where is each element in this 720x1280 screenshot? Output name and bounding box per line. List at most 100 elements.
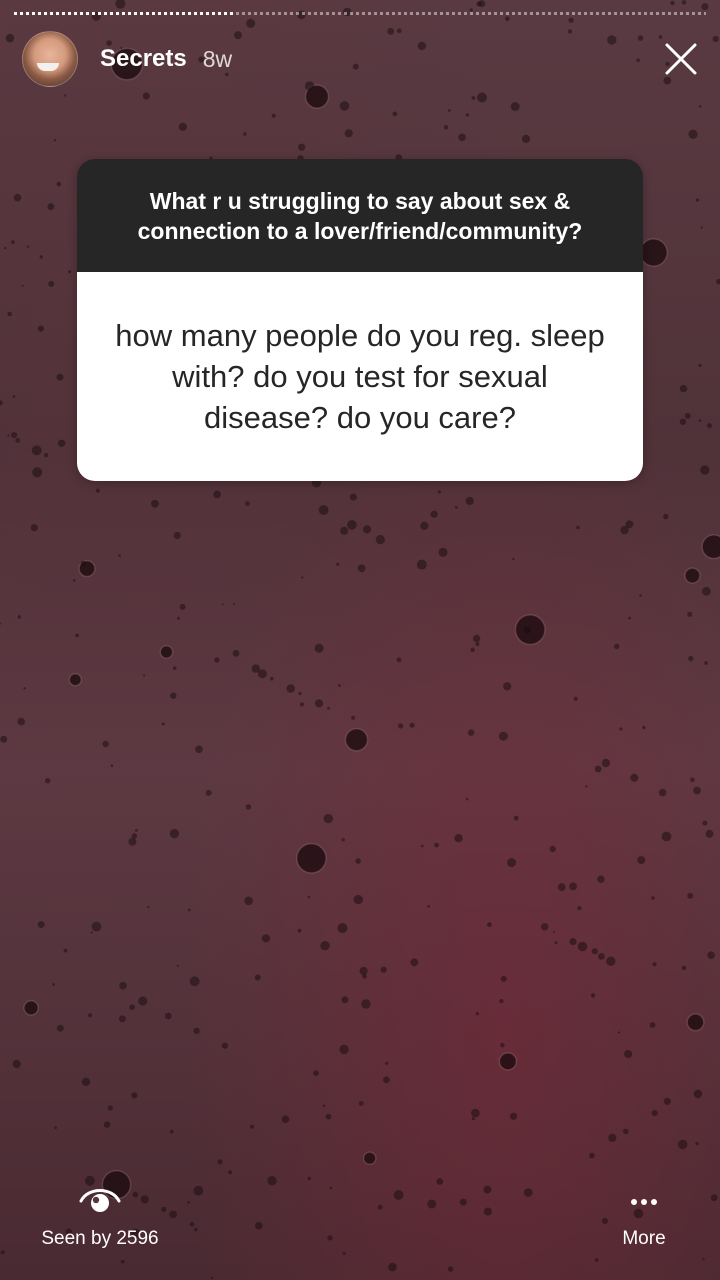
bubble-texture [687,892,694,899]
bubble-texture [338,684,341,687]
seen-by-label: Seen by 2596 [41,1228,159,1249]
bubble-texture [594,765,602,773]
bubble-texture [270,676,274,681]
bubble-texture [619,727,623,731]
bubble-texture [420,844,424,848]
bubble-texture [507,858,517,868]
bubble-texture [107,1105,113,1111]
more-button[interactable]: More [614,1198,674,1250]
bubble-texture [213,490,221,499]
bubble-texture [323,813,333,824]
bubble-texture [409,722,415,728]
bubble-texture [80,560,86,566]
bubble-texture [503,682,512,691]
bubble-texture [205,789,212,796]
bubble-texture [420,521,429,531]
bubble-texture [577,941,588,952]
bubble-texture [21,284,24,287]
bubble-texture [172,666,177,670]
bubble-texture [7,434,10,437]
bubble-texture [340,526,349,535]
bubble-texture [349,493,357,501]
bubble-texture [710,1194,718,1202]
seen-by-button[interactable]: Seen by 2596 [35,1184,165,1250]
bubble-texture [701,534,720,560]
bubble-texture [232,649,240,657]
bubble-texture [246,18,256,28]
bubble-texture [39,255,43,259]
bubble-texture [56,373,64,381]
bubble-texture [702,1257,705,1261]
bubble-texture [509,1112,518,1120]
bubble-texture [301,576,304,579]
bubble-texture [693,786,701,795]
bubble-texture [624,1050,633,1059]
bubble-texture [698,104,702,108]
bubble-texture [193,1185,204,1196]
bubble-texture [513,815,519,821]
bubble-texture [642,725,646,730]
bubble-texture [307,895,311,899]
bubble-texture [131,833,138,839]
bubble-texture [712,35,719,43]
bubble-texture [68,270,72,274]
bubble-texture [383,1076,390,1084]
bubble-texture [707,423,712,429]
bubble-texture [271,113,276,118]
bubble-texture [569,882,577,891]
bubble-texture [625,520,634,529]
bubble-texture [467,729,475,736]
bubble-texture [549,845,556,853]
bubble-texture [68,672,83,687]
bubble-texture [0,400,3,406]
bubble-texture [57,439,66,447]
bubble-texture [17,717,26,726]
bubble-texture [337,923,348,934]
bubble-texture [351,715,356,720]
bubble-texture [173,531,181,540]
question-sticker: What r u struggling to say about sex & c… [77,159,643,481]
bubble-texture [553,930,556,933]
bubble-texture [298,691,302,696]
bubble-texture [245,804,252,810]
story-viewer[interactable]: Secrets 8w What r u struggling to say ab… [0,0,720,1280]
bubble-texture [344,129,353,138]
bubble-texture [500,1043,505,1048]
bubble-texture [11,240,15,245]
bubble-texture [4,247,7,250]
bubble-texture [471,1108,480,1118]
bubble-texture [652,962,657,967]
bubble-texture [341,996,349,1004]
bubble-texture [392,111,398,117]
bubble-texture [705,829,714,838]
username[interactable]: Secrets [100,45,187,73]
bubble-texture [651,1110,658,1117]
bubble-texture [357,564,366,573]
bubble-texture [159,645,174,659]
bubble-texture [678,1139,688,1150]
bubble-texture [52,983,55,986]
bubble-texture [427,905,431,908]
bubble-texture [31,445,42,456]
bubble-texture [120,1259,125,1264]
bubble-texture [475,642,480,646]
bubble-texture [472,634,481,643]
bubble-texture [601,758,611,768]
bubble-texture [362,1151,377,1166]
bubble-texture [318,505,329,515]
bubble-texture [325,1113,332,1120]
bubble-texture [443,125,449,130]
bubble-texture [568,17,574,23]
bubble-texture [45,778,51,784]
bubble-texture [193,1027,200,1035]
bubble-texture [355,858,361,864]
bubble-texture [170,692,177,699]
bubble-texture [693,1089,703,1099]
bubble-texture [447,109,451,112]
bubble-texture [75,633,79,638]
bubble-texture [26,245,30,248]
avatar[interactable] [22,31,78,87]
bubble-texture [700,465,710,475]
bubble-texture [47,203,55,211]
close-icon[interactable] [664,42,698,76]
